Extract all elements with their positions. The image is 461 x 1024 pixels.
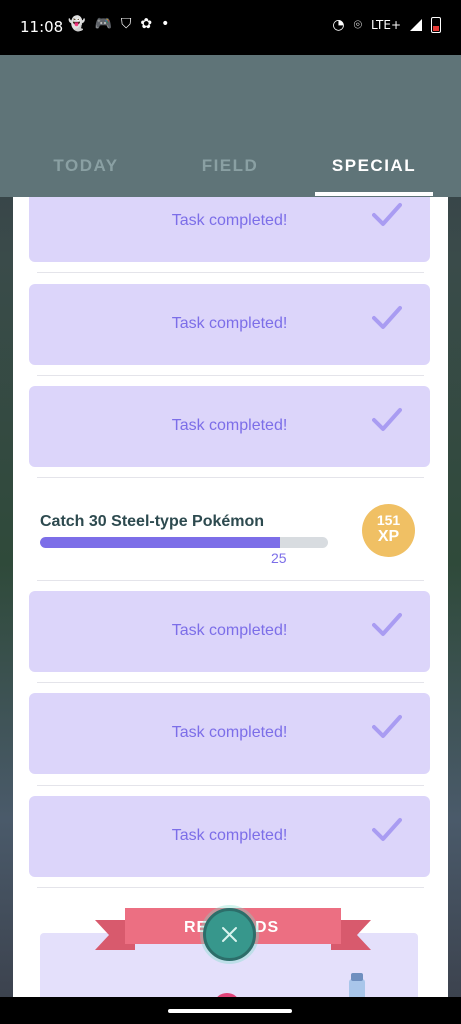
reward-item-icon xyxy=(217,993,237,997)
snapchat-icon: 👻 xyxy=(68,16,95,32)
game-controller-icon: 🎮 xyxy=(94,16,121,32)
task-progress-value: 25 xyxy=(271,550,287,566)
divider xyxy=(37,682,424,683)
divider xyxy=(37,477,424,478)
system-nav-bar xyxy=(0,997,461,1024)
completed-task-card: Task completed! xyxy=(29,284,430,365)
completed-task-label: Task completed! xyxy=(171,622,288,639)
divider xyxy=(37,580,424,581)
completed-task-card: Task completed! xyxy=(29,693,430,774)
xp-unit: XP xyxy=(377,528,400,545)
close-button[interactable] xyxy=(203,908,256,961)
research-header: TODAY FIELD SPECIAL xyxy=(0,55,461,197)
check-icon xyxy=(372,715,402,738)
divider xyxy=(37,272,424,273)
check-icon xyxy=(372,818,402,841)
notification-icons: 👻🎮⛉✿• xyxy=(68,16,178,32)
more-dot-icon: • xyxy=(161,16,179,32)
app-icon: ✿ xyxy=(140,16,162,32)
rewards-label-right: DS xyxy=(255,919,279,936)
completed-task-label: Task completed! xyxy=(171,724,288,741)
check-icon xyxy=(372,203,402,226)
xp-reward-badge: 151 XP xyxy=(362,504,415,557)
network-type: LTE+ xyxy=(371,18,401,32)
status-time: 11:08 xyxy=(20,18,64,36)
completed-task-label: Task completed! xyxy=(171,315,288,332)
divider xyxy=(37,785,424,786)
check-icon xyxy=(372,408,402,431)
shield-icon: ⛉ xyxy=(120,16,141,32)
completed-task-label: Task completed! xyxy=(171,417,288,434)
location-icon: ⌾ xyxy=(353,17,362,33)
active-tab-indicator xyxy=(315,192,433,196)
completed-task-card: Task completed! xyxy=(29,197,430,262)
completed-task-card: Task completed! xyxy=(29,591,430,672)
status-bar: 11:08 👻🎮⛉✿• ◔ ⌾ LTE+ xyxy=(0,0,461,55)
task-title: Catch 30 Steel-type Pokémon xyxy=(40,513,265,530)
completed-task-card: Task completed! xyxy=(29,796,430,877)
completed-task-card: Task completed! xyxy=(29,386,430,467)
xp-amount: 151 xyxy=(376,512,401,528)
divider xyxy=(37,375,424,376)
tab-today[interactable]: TODAY xyxy=(16,156,156,176)
check-icon xyxy=(372,613,402,636)
potion-icon xyxy=(349,973,365,997)
battery-icon xyxy=(431,17,441,33)
tab-special[interactable]: SPECIAL xyxy=(304,156,444,176)
task-list-panel[interactable]: Task completed! Task completed! Task com… xyxy=(13,197,448,997)
status-right: ◔ ⌾ LTE+ xyxy=(332,17,441,33)
tab-field[interactable]: FIELD xyxy=(160,156,300,176)
divider xyxy=(37,887,424,888)
task-progress-bar xyxy=(40,537,328,548)
completed-task-label: Task completed! xyxy=(171,827,288,844)
close-icon xyxy=(222,927,237,942)
completed-task-label: Task completed! xyxy=(171,212,288,229)
check-icon xyxy=(372,306,402,329)
data-saver-icon: ◔ xyxy=(332,17,345,33)
signal-icon xyxy=(410,19,422,31)
task-progress-fill xyxy=(40,537,280,548)
home-gesture-handle[interactable] xyxy=(168,1009,292,1013)
